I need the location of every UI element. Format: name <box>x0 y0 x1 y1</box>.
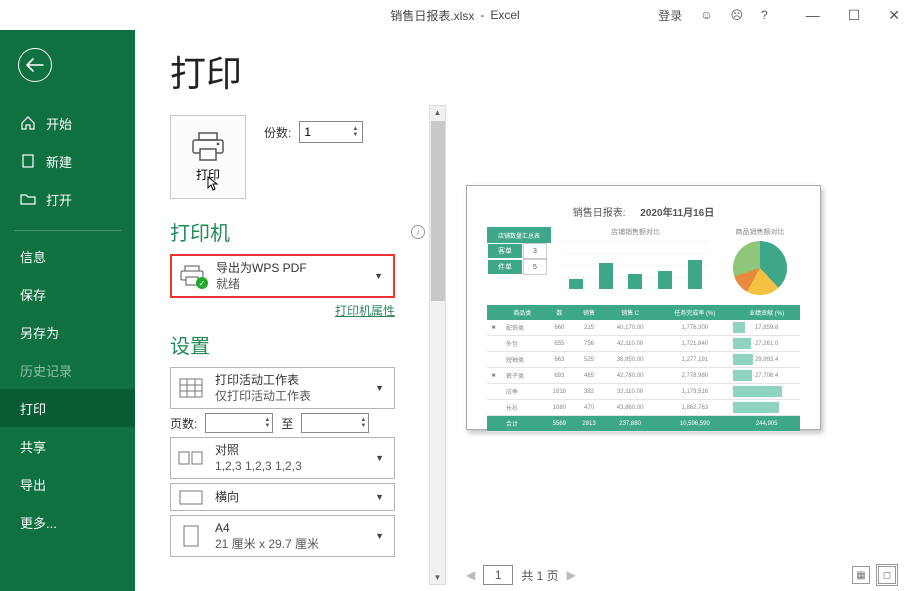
sidebar-item-label: 信息 <box>20 247 46 266</box>
info-icon[interactable]: i <box>411 225 425 239</box>
sidebar-item-print[interactable]: 打印 <box>0 389 135 427</box>
sidebar-item-label: 另存为 <box>20 323 59 342</box>
window-close[interactable]: ✕ <box>888 7 900 24</box>
zoom-to-page-button[interactable]: ◻ <box>878 566 896 584</box>
sidebar-item-label: 新建 <box>46 152 72 171</box>
spinner-icon[interactable]: ▲▼ <box>264 417 270 429</box>
check-icon: ✓ <box>196 277 208 289</box>
paper-sub: 21 厘米 x 29.7 厘米 <box>215 536 365 552</box>
page-title: 打印 <box>170 45 425 97</box>
sidebar-item-label: 开始 <box>46 114 72 133</box>
settings-scrollbar[interactable]: ▲ ▼ <box>429 105 446 585</box>
arrow-left-icon <box>26 58 44 72</box>
copies-label: 份数: <box>264 124 291 141</box>
sidebar-item-label: 导出 <box>20 475 46 494</box>
spinner-icon[interactable]: ▲▼ <box>360 417 366 429</box>
cursor-icon <box>207 176 221 192</box>
orientation-main: 横向 <box>215 489 365 505</box>
sidebar-item-info[interactable]: 信息 <box>0 237 135 275</box>
kpi-header: 店铺数量汇总表 <box>487 227 551 243</box>
page-total-label: 共 1 页 <box>521 567 558 584</box>
home-icon <box>20 115 36 131</box>
page-from-input[interactable]: ▲▼ <box>205 413 273 433</box>
face-sad-icon[interactable]: ☹ <box>731 8 744 22</box>
sidebar-item-open[interactable]: 打开 <box>0 180 135 218</box>
pages-to-label: 至 <box>281 415 293 432</box>
show-margins-button[interactable]: ▦ <box>852 566 870 584</box>
scope-sub: 仅打印活动工作表 <box>215 388 365 404</box>
file-name: 销售日报表.xlsx <box>390 7 474 24</box>
titlebar-title: 销售日报表.xlsx - Excel <box>390 7 519 24</box>
preview-table: 商品类数销售销售 C任务完成率 (%)业绩贡献 (%) ■配饰类66021540… <box>487 305 800 432</box>
prev-page-button[interactable]: ◀ <box>466 568 475 582</box>
scope-main: 打印活动工作表 <box>215 372 365 388</box>
chevron-down-icon: ▼ <box>375 453 384 463</box>
printer-section-title: 打印机 <box>170 217 230 246</box>
copies-value: 1 <box>304 125 311 139</box>
sidebar-item-label: 保存 <box>20 285 46 304</box>
sidebar-item-label: 更多... <box>20 513 57 532</box>
open-icon <box>20 191 36 207</box>
printer-status-icon: ✓ <box>178 265 206 287</box>
sidebar-item-export[interactable]: 导出 <box>0 465 135 503</box>
face-smile-icon[interactable]: ☺ <box>700 8 712 22</box>
sidebar-item-new[interactable]: 新建 <box>0 142 135 180</box>
chevron-down-icon: ▼ <box>374 271 383 281</box>
window-maximize[interactable]: ☐ <box>848 7 861 24</box>
sidebar-item-label: 打开 <box>46 190 72 209</box>
paper-dropdown[interactable]: A4 21 厘米 x 29.7 厘米 ▼ <box>170 515 395 557</box>
pages-label: 页数: <box>170 415 197 432</box>
chevron-down-icon: ▼ <box>375 383 384 393</box>
page-number-input[interactable]: 1 <box>483 565 513 585</box>
help-icon[interactable]: ? <box>761 8 768 22</box>
next-page-button[interactable]: ▶ <box>567 568 576 582</box>
scroll-up-icon[interactable]: ▲ <box>434 108 442 117</box>
print-scope-dropdown[interactable]: 打印活动工作表 仅打印活动工作表 ▼ <box>170 367 395 409</box>
page-icon <box>177 525 205 547</box>
printer-dropdown[interactable]: ✓ 导出为WPS PDF 就绪 ▼ <box>170 254 395 298</box>
print-preview-page: 销售日报表: 2020年11月16日 店铺数量汇总表 客单3 件单5 店铺销售额… <box>466 185 821 430</box>
preview-bar-chart <box>563 241 708 289</box>
preview-title: 销售日报表: 2020年11月16日 <box>487 204 800 219</box>
backstage-sidebar: 开始 新建 打开 信息 保存 另存为 历史记录 打印 共享 导出 更多... <box>0 30 135 591</box>
sidebar-item-more[interactable]: 更多... <box>0 503 135 541</box>
printer-properties-link[interactable]: 打印机属性 <box>335 304 395 318</box>
window-minimize[interactable]: — <box>806 7 820 23</box>
page-to-input[interactable]: ▲▼ <box>301 413 369 433</box>
printer-icon <box>191 132 225 162</box>
sidebar-item-save[interactable]: 保存 <box>0 275 135 313</box>
sidebar-item-label: 历史记录 <box>20 361 72 380</box>
orientation-icon <box>177 488 205 506</box>
settings-section-title: 设置 <box>170 330 425 359</box>
sidebar-item-history: 历史记录 <box>0 351 135 389</box>
back-button[interactable] <box>18 48 52 82</box>
orientation-dropdown[interactable]: 横向 ▼ <box>170 483 395 511</box>
print-button[interactable]: 打印 <box>170 115 246 199</box>
scrollbar-thumb[interactable] <box>431 121 445 301</box>
login-link[interactable]: 登录 <box>658 7 682 24</box>
printer-status: 就绪 <box>216 276 364 292</box>
scroll-down-icon[interactable]: ▼ <box>434 573 442 582</box>
new-icon <box>20 153 36 169</box>
collate-dropdown[interactable]: 对照 1,2,3 1,2,3 1,2,3 ▼ <box>170 437 395 479</box>
collate-icon <box>177 449 205 467</box>
paper-main: A4 <box>215 520 365 536</box>
chevron-down-icon: ▼ <box>375 492 384 502</box>
spinner-icon[interactable]: ▲▼ <box>352 126 358 138</box>
sidebar-item-saveas[interactable]: 另存为 <box>0 313 135 351</box>
sidebar-item-home[interactable]: 开始 <box>0 104 135 142</box>
printer-name: 导出为WPS PDF <box>216 260 364 276</box>
preview-pie-chart <box>733 241 787 295</box>
sidebar-item-label: 共享 <box>20 437 46 456</box>
copies-input[interactable]: 1 ▲▼ <box>299 121 363 143</box>
collate-main: 对照 <box>215 442 365 458</box>
sidebar-item-share[interactable]: 共享 <box>0 427 135 465</box>
sidebar-item-label: 打印 <box>20 399 46 418</box>
sheet-icon <box>177 378 205 398</box>
collate-sub: 1,2,3 1,2,3 1,2,3 <box>215 458 365 474</box>
chevron-down-icon: ▼ <box>375 531 384 541</box>
titlebar: 销售日报表.xlsx - Excel 登录 ☺ ☹ ? — ☐ ✕ <box>0 0 910 30</box>
app-name: Excel <box>490 8 519 22</box>
